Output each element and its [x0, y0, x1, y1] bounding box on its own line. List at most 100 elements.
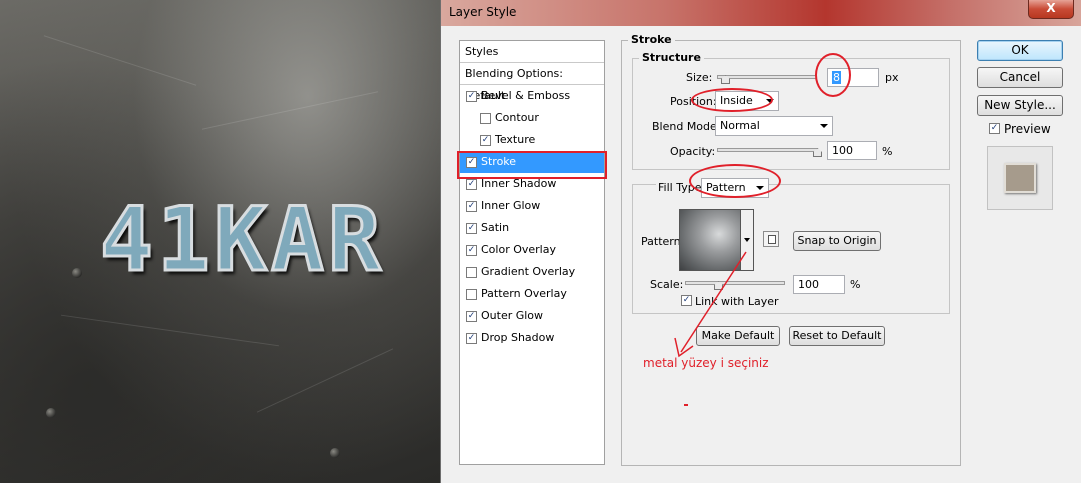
- style-item-stroke[interactable]: ✓ Stroke: [460, 151, 604, 173]
- style-item-label: Outer Glow: [481, 309, 544, 322]
- scratch-mark: [256, 348, 394, 413]
- style-items: ✓ Bevel & Emboss Contour ✓ Texture ✓ Stroke ✓ In…: [460, 85, 604, 349]
- size-slider-track[interactable]: [717, 75, 817, 79]
- size-label: Size:: [686, 71, 713, 84]
- style-checkbox[interactable]: ✓: [466, 311, 477, 322]
- style-item-pattern-overlay[interactable]: Pattern Overlay: [460, 283, 604, 305]
- style-item-inner-shadow[interactable]: ✓ Inner Shadow: [460, 173, 604, 195]
- new-preset-icon[interactable]: [763, 231, 779, 247]
- link-with-layer-checkbox[interactable]: ✓: [681, 295, 692, 306]
- style-item-drop-shadow[interactable]: ✓ Drop Shadow: [460, 327, 604, 349]
- blending-options-item[interactable]: Blending Options: Default: [460, 63, 604, 102]
- artwork-text: 41KAR: [99, 188, 385, 291]
- style-item-label: Inner Glow: [481, 199, 541, 212]
- style-item-contour[interactable]: Contour: [460, 107, 604, 129]
- window-title: Layer Style: [449, 5, 517, 19]
- reset-to-default-button[interactable]: Reset to Default: [789, 326, 885, 346]
- opacity-label: Opacity:: [670, 145, 716, 158]
- style-checkbox[interactable]: ✓: [466, 223, 477, 234]
- style-checkbox[interactable]: ✓: [466, 245, 477, 256]
- style-item-bevel-emboss[interactable]: ✓ Bevel & Emboss: [460, 85, 604, 107]
- position-label: Position:: [670, 95, 717, 108]
- scale-label: Scale:: [650, 278, 684, 291]
- pattern-picker-dropdown[interactable]: [741, 209, 754, 271]
- rivet-mark: [330, 448, 340, 458]
- document-canvas: 41KAR: [0, 0, 440, 483]
- styles-header[interactable]: Styles: [460, 41, 604, 63]
- chevron-down-icon: [756, 186, 764, 190]
- pattern-label: Pattern:: [641, 235, 685, 248]
- layer-style-dialog: Layer Style X Styles Blending Options: D…: [440, 0, 1081, 483]
- make-default-button[interactable]: Make Default: [696, 326, 780, 346]
- style-item-label: Contour: [495, 111, 539, 124]
- style-item-texture[interactable]: ✓ Texture: [460, 129, 604, 151]
- opacity-input[interactable]: 100: [827, 141, 877, 160]
- style-item-label: Inner Shadow: [481, 177, 557, 190]
- stroke-title: Stroke: [628, 33, 675, 46]
- cancel-button[interactable]: Cancel: [977, 67, 1063, 88]
- blend-mode-select[interactable]: Normal: [715, 116, 833, 136]
- style-checkbox[interactable]: ✓: [466, 179, 477, 190]
- style-checkbox[interactable]: ✓: [466, 201, 477, 212]
- scratch-mark: [43, 35, 197, 86]
- structure-legend: Structure: [639, 51, 704, 64]
- style-item-label: Drop Shadow: [481, 331, 555, 344]
- fill-type-select[interactable]: Pattern: [701, 178, 769, 198]
- style-item-label: Bevel & Emboss: [481, 89, 571, 102]
- snap-to-origin-button[interactable]: Snap to Origin: [793, 231, 881, 251]
- scale-input[interactable]: 100: [793, 275, 845, 294]
- fill-type-label: Fill Type:: [656, 181, 708, 194]
- fill-type-group: Fill Type: Pattern Pattern: Snap to Orig…: [632, 178, 950, 314]
- size-value: 8: [832, 71, 841, 84]
- style-checkbox[interactable]: ✓: [466, 91, 477, 102]
- scratch-mark: [61, 314, 279, 347]
- style-item-gradient-overlay[interactable]: Gradient Overlay: [460, 261, 604, 283]
- style-item-label: Color Overlay: [481, 243, 556, 256]
- style-item-color-overlay[interactable]: ✓ Color Overlay: [460, 239, 604, 261]
- size-input[interactable]: 8: [827, 68, 879, 87]
- rivet-mark: [72, 268, 82, 278]
- size-unit: px: [885, 71, 899, 84]
- link-with-layer-label: Link with Layer: [695, 295, 779, 308]
- chevron-down-icon: [744, 238, 750, 242]
- style-checkbox[interactable]: [480, 113, 491, 124]
- blend-mode-value: Normal: [720, 119, 760, 132]
- opacity-unit: %: [882, 145, 893, 158]
- style-item-label: Stroke: [481, 155, 517, 168]
- style-checkbox[interactable]: ✓: [480, 135, 491, 146]
- style-item-label: Pattern Overlay: [481, 287, 567, 300]
- close-button[interactable]: X: [1028, 0, 1074, 19]
- style-checkbox[interactable]: ✓: [466, 333, 477, 344]
- new-style-button[interactable]: New Style...: [977, 95, 1063, 116]
- style-item-inner-glow[interactable]: ✓ Inner Glow: [460, 195, 604, 217]
- ok-button[interactable]: OK: [977, 40, 1063, 61]
- preview-label: Preview: [1004, 122, 1051, 136]
- position-value: Inside: [720, 94, 753, 107]
- style-item-label: Satin: [481, 221, 510, 234]
- style-item-label: Gradient Overlay: [481, 265, 576, 278]
- position-select[interactable]: Inside: [715, 91, 779, 111]
- annotation-text: metal yüzey i seçiniz: [643, 356, 769, 370]
- pattern-swatch[interactable]: [679, 209, 741, 271]
- structure-group: Structure Size: 8 px Position: Inside Bl…: [632, 51, 950, 170]
- title-bar[interactable]: Layer Style X: [441, 0, 1081, 26]
- style-preview-thumbnail: [1004, 163, 1036, 193]
- scratch-mark: [201, 91, 379, 130]
- fill-type-value: Pattern: [706, 181, 746, 194]
- style-checkbox[interactable]: [466, 267, 477, 278]
- scale-unit: %: [850, 278, 861, 291]
- stroke-panel: Stroke Structure Size: 8 px Position: In…: [621, 33, 961, 466]
- rivet-mark: [46, 408, 56, 418]
- style-checkbox[interactable]: ✓: [466, 157, 477, 168]
- style-item-satin[interactable]: ✓ Satin: [460, 217, 604, 239]
- style-checkbox[interactable]: [466, 289, 477, 300]
- opacity-slider-track[interactable]: [717, 148, 817, 152]
- style-item-outer-glow[interactable]: ✓ Outer Glow: [460, 305, 604, 327]
- annotation-dot: [684, 404, 688, 406]
- preview-checkbox[interactable]: ✓: [989, 123, 1000, 134]
- chevron-down-icon: [766, 99, 774, 103]
- style-item-label: Texture: [495, 133, 536, 146]
- chevron-down-icon: [820, 124, 828, 128]
- style-preview: [987, 146, 1053, 210]
- scale-slider-track[interactable]: [685, 281, 785, 285]
